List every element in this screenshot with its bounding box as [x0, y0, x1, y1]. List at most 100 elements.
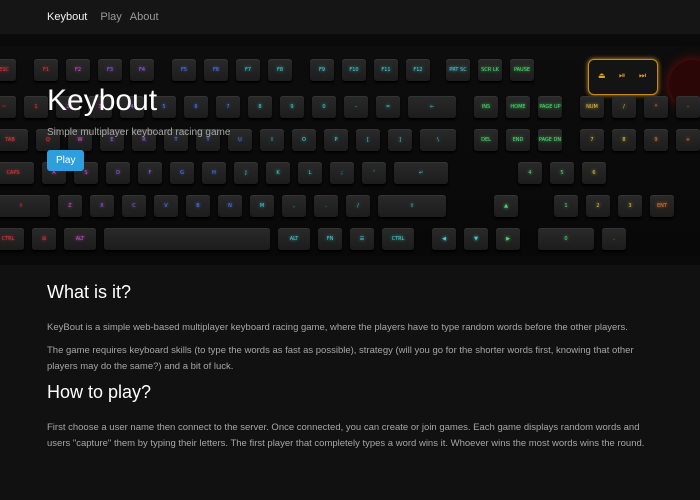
next-track-icon: ⏭ [639, 71, 647, 80]
keyboard-key: . [314, 195, 338, 217]
keyboard-key: / [346, 195, 370, 217]
nav-link-about[interactable]: About [130, 11, 159, 23]
keyboard-key: N [218, 195, 242, 217]
keyboard-key: HOME [506, 96, 530, 118]
keyboard-key: F3 [98, 59, 122, 81]
eject-icon: ⏏ [598, 71, 606, 80]
keyboard-key: F8 [268, 59, 292, 81]
keyboard-key: J [234, 162, 258, 184]
keyboard-key: ☰ [350, 228, 374, 250]
media-control-panel: ⏏ ⏯ ⏭ [588, 59, 658, 95]
keyboard-key: F1 [34, 59, 58, 81]
keyboard-key: P [324, 129, 348, 151]
keyboard-key: ALT [64, 228, 96, 250]
keyboard-key: ◀ [432, 228, 456, 250]
keyboard-key: ▲ [494, 195, 518, 217]
keyboard-key: DEL [474, 129, 498, 151]
keyboard-key: V [154, 195, 178, 217]
keyboard-key: ' [362, 162, 386, 184]
keyboard-key: / [612, 96, 636, 118]
paragraph-how-1: First choose a user name then connect to… [47, 421, 645, 450]
keyboard-key: CTRL [0, 228, 24, 250]
keyboard-key: 0 [538, 228, 594, 250]
keyboard-key: F9 [310, 59, 334, 81]
keyboard-key: * [644, 96, 668, 118]
hero-subtitle: Simple multiplayer keyboard racing game [47, 127, 231, 138]
keyboard-key: ▼ [464, 228, 488, 250]
keyboard-key: - [344, 96, 368, 118]
hero-title: Keybout [47, 84, 158, 117]
keyboard-key: 9 [280, 96, 304, 118]
brand-link[interactable]: Keybout [47, 11, 87, 23]
keyboard-key: 8 [248, 96, 272, 118]
keyboard-key: M [250, 195, 274, 217]
keyboard-key: 1 [24, 96, 48, 118]
keyboard-key: 0 [312, 96, 336, 118]
keyboard-key: ALT [278, 228, 310, 250]
top-navbar: Keybout Play About [0, 0, 700, 34]
keyboard-key: , [282, 195, 306, 217]
keyboard-key: ⇧ [378, 195, 446, 217]
hero-banner: ⏏ ⏯ ⏭ ESC F1 F2 F3 F4 F5 F6 F7 F8 F9 F10 F11 F12 PRT … [0, 34, 700, 265]
paragraph-what-1: KeyBout is a simple web-based multiplaye… [47, 322, 628, 333]
keyboard-key: ~ [0, 96, 16, 118]
keyboard-key: F12 [406, 59, 430, 81]
keyboard-key: - [676, 96, 700, 118]
keyboard-key: ⇧ [0, 195, 50, 217]
keyboard-key: ] [388, 129, 412, 151]
keyboard-key: X [90, 195, 114, 217]
main-content: What is it? KeyBout is a simple web-base… [47, 282, 657, 453]
keyboard-key: B [186, 195, 210, 217]
keyboard-key: NUM [580, 96, 604, 118]
keyboard-key: [ [356, 129, 380, 151]
keyboard-key: 3 [618, 195, 642, 217]
keyboard-key: PAGE UP [538, 96, 562, 118]
keyboard-key: ⊞ [32, 228, 56, 250]
keyboard-key: PRT SC [446, 59, 470, 81]
keyboard-key: F6 [204, 59, 228, 81]
paragraph-what-2: The game requires keyboard skills (to ty… [47, 344, 634, 373]
keyboard-key: ESC [0, 59, 16, 81]
keyboard-key: 2 [586, 195, 610, 217]
play-pause-icon: ⏯ [619, 71, 626, 80]
keyboard-key: FN [318, 228, 342, 250]
keyboard-key: INS [474, 96, 498, 118]
keyboard-key: L [298, 162, 322, 184]
keyboard-key: ↵ [394, 162, 448, 184]
keyboard-key: K [266, 162, 290, 184]
keyboard-key: 5 [550, 162, 574, 184]
section-heading-how: How to play? [47, 381, 152, 402]
nav-link-play[interactable]: Play [100, 11, 121, 23]
keyboard-key [104, 228, 270, 250]
keyboard-key: 6 [582, 162, 606, 184]
keyboard-key: END [506, 129, 530, 151]
keyboard-key: ; [330, 162, 354, 184]
keyboard-key: F7 [236, 59, 260, 81]
section-heading-what: What is it? [47, 282, 132, 302]
keyboard-key: PAGE DN [538, 129, 562, 151]
keyboard-key: Z [58, 195, 82, 217]
keyboard-key: F11 [374, 59, 398, 81]
keyboard-key: 8 [612, 129, 636, 151]
keyboard-key: O [292, 129, 316, 151]
keyboard-key: F4 [130, 59, 154, 81]
keyboard-key: U [228, 129, 252, 151]
play-button[interactable]: Play [47, 150, 85, 171]
keyboard-key: F10 [342, 59, 366, 81]
keyboard-key: 7 [580, 129, 604, 151]
keyboard-key: 1 [554, 195, 578, 217]
keyboard-key: \ [420, 129, 456, 151]
hero-text: Keybout Simple multiplayer keyboard raci… [47, 84, 230, 171]
keyboard-key: CTRL [382, 228, 414, 250]
keyboard-key: 4 [518, 162, 542, 184]
keyboard-key: = [376, 96, 400, 118]
keyboard-key: ▶ [496, 228, 520, 250]
keyboard-key: SCR LK [478, 59, 502, 81]
keyboard-key: PAUSE [510, 59, 534, 81]
keyboard-key: ENT [650, 195, 674, 217]
keyboard-key: 9 [644, 129, 668, 151]
keyboard-key: F5 [172, 59, 196, 81]
keyboard-key: I [260, 129, 284, 151]
keyboard-key: . [602, 228, 626, 250]
keyboard-key: + [676, 129, 700, 151]
